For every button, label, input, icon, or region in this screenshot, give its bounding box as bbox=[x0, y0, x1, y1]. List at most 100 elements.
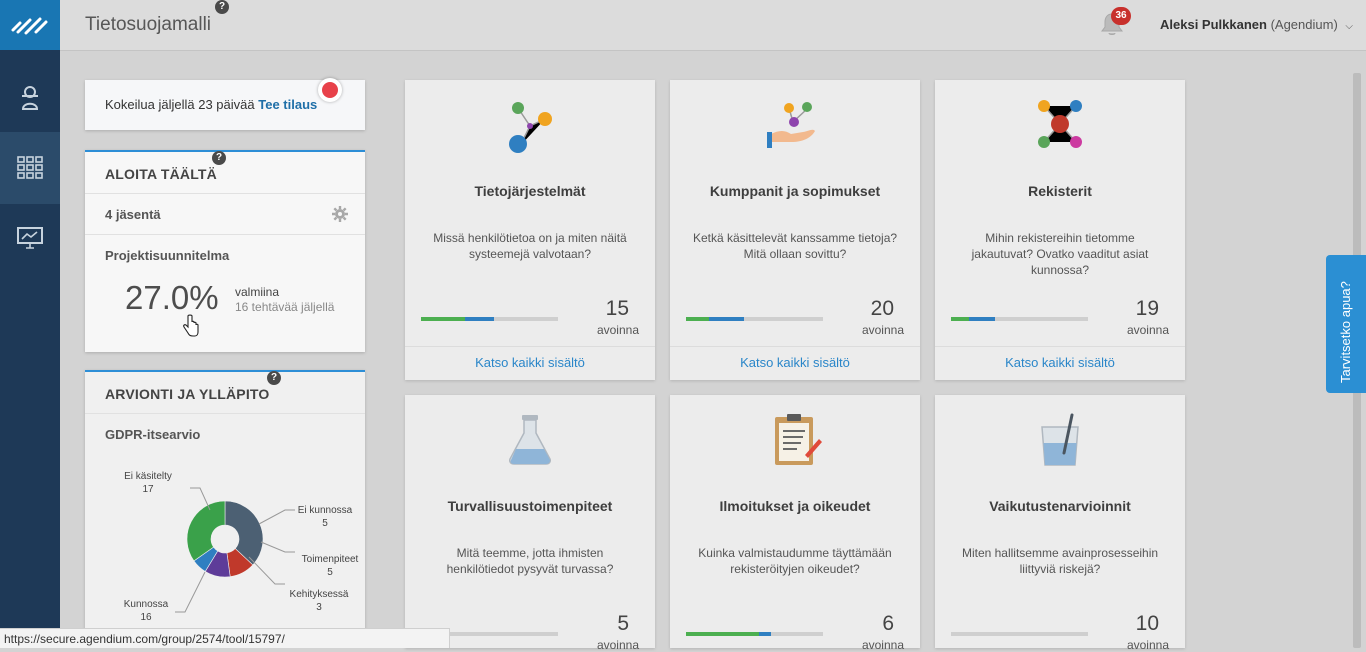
hand-network-icon bbox=[767, 102, 815, 148]
progress-fill-blue bbox=[709, 317, 744, 321]
help-tab-label: Tarvitsetko apua? bbox=[1338, 281, 1353, 383]
open-count: 6 bbox=[882, 612, 894, 635]
tasks-remaining: 16 tehtävää jäljellä bbox=[235, 300, 335, 314]
network-nodes-icon bbox=[509, 102, 552, 153]
evaluation-panel-title: ARVIONTI JA YLLÄPITO bbox=[105, 386, 270, 402]
donut-label-kunnossa: Kunnossa 16 bbox=[111, 598, 181, 624]
divider bbox=[85, 413, 365, 414]
view-all-link[interactable]: Katso kaikki sisältö bbox=[935, 355, 1185, 370]
user-menu[interactable]: Aleksi Pulkkanen (Agendium) ⌵ bbox=[1160, 17, 1353, 32]
divider bbox=[405, 346, 655, 347]
progress-fill-blue bbox=[464, 317, 494, 321]
progress-fill-green bbox=[686, 317, 710, 321]
trial-text: Kokeilua jäljellä 23 päivää bbox=[105, 97, 255, 112]
tile-title: Turvallisuustoimenpiteet bbox=[447, 498, 613, 514]
tile-turvallisuustoimenpiteet[interactable]: Turvallisuustoimenpiteet Mitä teemme, jo… bbox=[405, 395, 655, 652]
nav-user[interactable] bbox=[0, 62, 60, 134]
open-count-label: avoinna bbox=[1126, 323, 1169, 337]
tile-progress-bar bbox=[951, 317, 1088, 321]
logo-icon bbox=[11, 17, 48, 35]
help-icon[interactable]: ? bbox=[215, 0, 229, 14]
open-count: 19 bbox=[1135, 297, 1159, 320]
progress-percent: 27.0% bbox=[125, 279, 219, 316]
progress-fill-green bbox=[686, 632, 759, 636]
open-count: 10 bbox=[1135, 612, 1159, 635]
open-count-label: avoinna bbox=[861, 638, 904, 652]
top-bar: Tietosuojamalli ? 36 Aleksi Pulkkanen (A… bbox=[60, 0, 1366, 51]
tile-description: Mihin rekistereihin tietomme jakautuvat?… bbox=[971, 231, 1149, 277]
user-name: Aleksi Pulkkanen bbox=[1160, 17, 1267, 32]
view-all-link[interactable]: Katso kaikki sisältö bbox=[670, 355, 920, 370]
donut-label-toimenpiteet: Toimenpiteet 5 bbox=[295, 553, 365, 579]
start-panel-title: ALOITA TÄÄLTÄ bbox=[105, 166, 217, 182]
tile-kumppanit[interactable]: Kumppanit ja sopimukset Ketkä käsittelev… bbox=[670, 80, 920, 380]
gear-icon[interactable] bbox=[332, 206, 348, 222]
donut-label-ei-kunnossa: Ei kunnossa 5 bbox=[290, 504, 360, 530]
progress-fill-blue bbox=[968, 317, 995, 321]
donut-leader-line bbox=[260, 541, 295, 553]
page-title: Tietosuojamalli bbox=[85, 14, 212, 35]
registry-molecule-icon bbox=[1038, 100, 1082, 148]
tile-description: Kuinka valmistaudumme täyttämään rekiste… bbox=[698, 546, 892, 576]
donut-label-kehityksessa: Kehityksessä 3 bbox=[284, 588, 354, 614]
open-count-label: avoinna bbox=[861, 323, 904, 337]
chevron-down-icon: ⌵ bbox=[1345, 21, 1353, 32]
tile-progress-bar bbox=[686, 317, 823, 321]
tile-progress-bar bbox=[686, 632, 823, 636]
app-logo[interactable] bbox=[0, 0, 60, 50]
progress-fill-blue bbox=[758, 632, 771, 636]
donut-label-name: Kunnossa bbox=[123, 599, 169, 610]
tile-progress-bar bbox=[421, 317, 558, 321]
divider bbox=[85, 234, 365, 235]
tile-description: Missä henkilötietoa on ja miten näitä sy… bbox=[433, 231, 627, 261]
hand-cursor-icon bbox=[183, 314, 199, 337]
help-tab[interactable]: Tarvitsetko apua? bbox=[1326, 255, 1366, 393]
progress-fill-green bbox=[421, 317, 465, 321]
evaluation-panel: ? ARVIONTI JA YLLÄPITO GDPR-itsearvio Ei… bbox=[85, 370, 365, 642]
grid-icon bbox=[17, 156, 43, 179]
tile-description: Ketkä käsittelevät kanssamme tietoja? Mi… bbox=[692, 231, 898, 261]
donut-label-name: Toimenpiteet bbox=[301, 554, 359, 565]
tile-title: Vaikutustenarvioinnit bbox=[989, 498, 1131, 514]
donut-label-ei-kasitelty: Ei käsitelty 17 bbox=[113, 470, 183, 496]
nav-dashboard[interactable] bbox=[0, 132, 60, 204]
start-panel: ? ALOITA TÄÄLTÄ 4 jäsentä Projektisuunni… bbox=[85, 150, 365, 352]
donut-label-value: 5 bbox=[322, 518, 328, 529]
project-plan-label: Projektisuunnitelma bbox=[105, 248, 230, 263]
user-org: (Agendium) bbox=[1270, 17, 1338, 32]
tile-tietojarjestelmat[interactable]: Tietojärjestelmät Missä henkilötietoa on… bbox=[405, 80, 655, 380]
tile-title: Tietojärjestelmät bbox=[474, 183, 586, 199]
clipboard-pen-icon bbox=[775, 414, 822, 465]
open-count-label: avoinna bbox=[1126, 638, 1169, 652]
open-count-label: avoinna bbox=[596, 638, 639, 652]
open-count: 5 bbox=[617, 612, 629, 635]
donut-label-name: Ei kunnossa bbox=[297, 505, 353, 516]
record-indicator[interactable] bbox=[318, 78, 342, 102]
tile-title: Kumppanit ja sopimukset bbox=[709, 183, 881, 199]
progress-fill-green bbox=[951, 317, 969, 321]
divider bbox=[935, 346, 1185, 347]
members-count[interactable]: 4 jäsentä bbox=[105, 207, 161, 222]
sidebar bbox=[0, 0, 60, 648]
tile-progress-bar bbox=[951, 632, 1088, 636]
donut-label-value: 3 bbox=[316, 602, 322, 613]
tile-rekisterit[interactable]: Rekisterit Mihin rekistereihin tietomme … bbox=[935, 80, 1185, 380]
flask-icon bbox=[509, 415, 551, 465]
notification-badge[interactable]: 36 bbox=[1111, 7, 1131, 25]
tile-ilmoitukset[interactable]: Ilmoitukset ja oikeudet Kuinka valmistau… bbox=[670, 395, 920, 652]
view-all-link[interactable]: Katso kaikki sisältö bbox=[405, 355, 655, 370]
status-bar-url: https://secure.agendium.com/group/2574/t… bbox=[0, 628, 450, 648]
tile-description: Mitä teemme, jotta ihmisten henkilötiedo… bbox=[446, 546, 614, 576]
donut-label-name: Kehityksessä bbox=[289, 589, 349, 600]
beaker-icon bbox=[1041, 413, 1079, 466]
gdpr-assessment-label[interactable]: GDPR-itsearvio bbox=[105, 427, 200, 442]
donut-label-name: Ei käsitelty bbox=[124, 471, 172, 482]
monitor-icon bbox=[17, 227, 43, 249]
subscribe-link[interactable]: Tee tilaus bbox=[258, 97, 317, 112]
help-icon[interactable]: ? bbox=[267, 371, 281, 385]
tile-vaikutustenarvioinnit[interactable]: Vaikutustenarvioinnit Miten hallitsemme … bbox=[935, 395, 1185, 652]
open-count: 20 bbox=[870, 297, 894, 320]
help-icon[interactable]: ? bbox=[212, 151, 226, 165]
nav-monitor[interactable] bbox=[0, 202, 60, 274]
trial-text-wrap: Kokeilua jäljellä 23 päivää Tee tilaus bbox=[105, 97, 317, 112]
